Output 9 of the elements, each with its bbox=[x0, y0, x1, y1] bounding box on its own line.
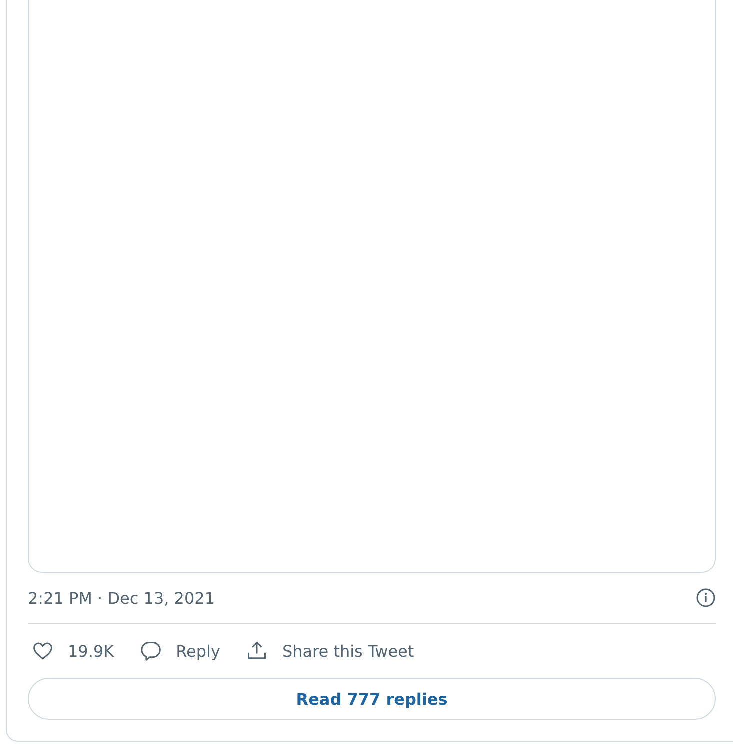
like-button[interactable]: 19.9K bbox=[28, 640, 118, 662]
heart-icon bbox=[32, 640, 54, 662]
read-replies-button[interactable]: Read 777 replies bbox=[28, 678, 716, 720]
timestamp[interactable]: 2:21 PM · Dec 13, 2021 bbox=[28, 588, 216, 608]
share-button[interactable]: Share this Tweet bbox=[242, 640, 418, 662]
info-icon[interactable] bbox=[696, 588, 716, 608]
speech-bubble-icon bbox=[140, 640, 162, 662]
share-icon bbox=[246, 640, 268, 662]
reply-button[interactable]: Reply bbox=[136, 640, 224, 662]
